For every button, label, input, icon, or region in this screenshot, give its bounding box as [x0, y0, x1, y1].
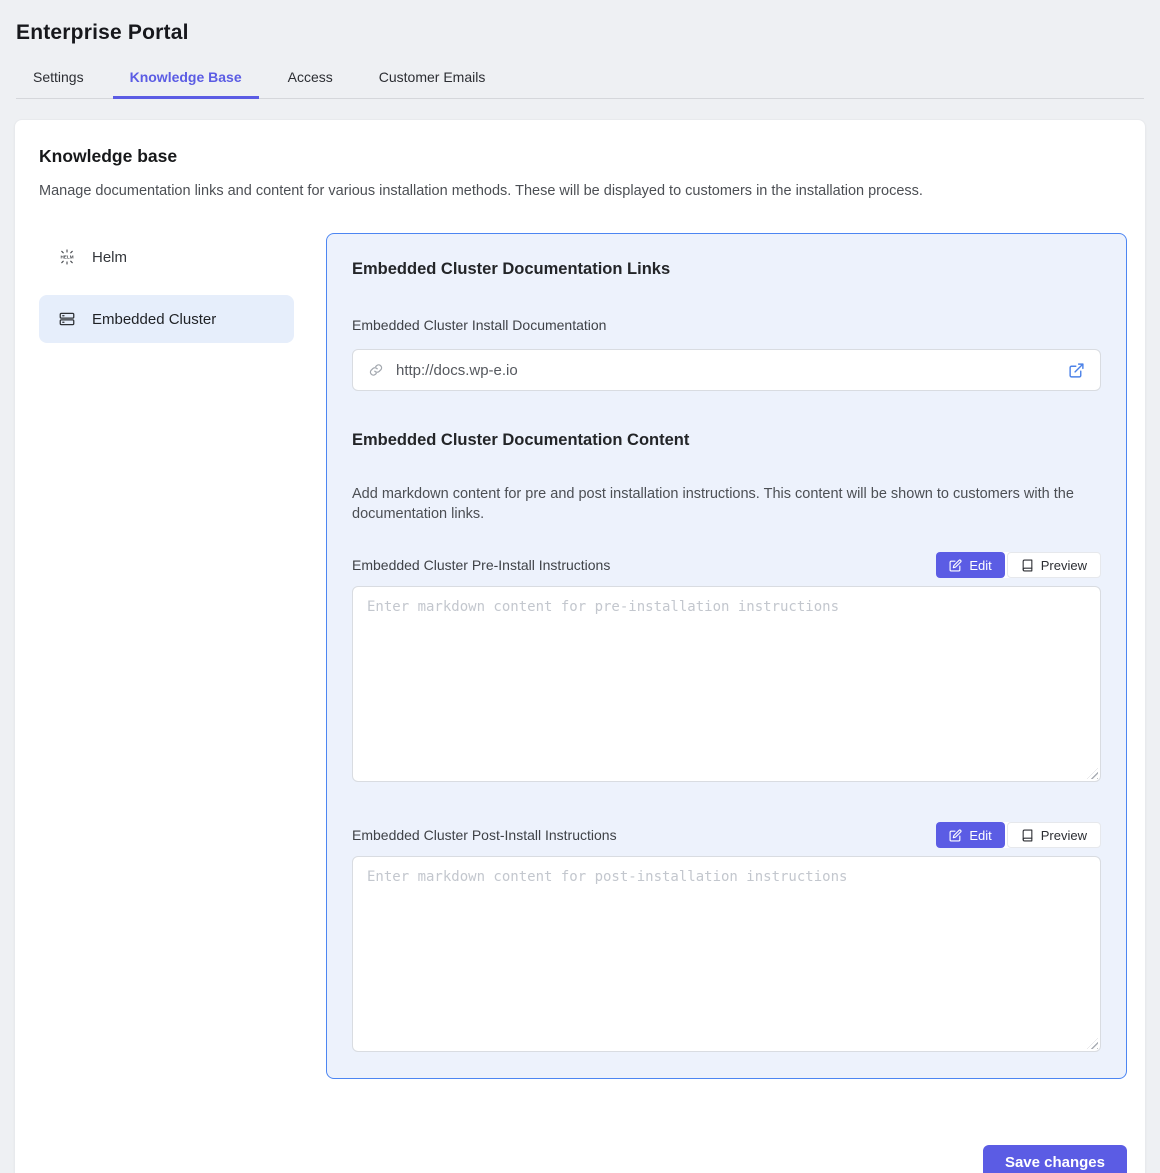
page: Enterprise Portal Settings Knowledge Bas…: [0, 0, 1160, 1173]
post-install-label-row: Embedded Cluster Post-Install Instructio…: [352, 822, 1101, 848]
link-icon: [368, 362, 384, 378]
pre-install-label: Embedded Cluster Pre-Install Instruction…: [352, 557, 610, 573]
helm-icon: HELM: [58, 248, 76, 266]
book-icon: [1021, 829, 1034, 842]
install-doc-input[interactable]: [396, 362, 1056, 379]
content-section-heading: Embedded Cluster Documentation Content: [352, 431, 1101, 450]
sidebar-item-label: Embedded Cluster: [92, 311, 216, 328]
post-install-textarea[interactable]: [352, 856, 1101, 1052]
docs-panel: Embedded Cluster Documentation Links Emb…: [326, 233, 1127, 1079]
edit-icon: [949, 829, 962, 842]
sidebar-item-label: Helm: [92, 249, 127, 266]
save-changes-button[interactable]: Save changes: [983, 1145, 1127, 1173]
tab-customer-emails[interactable]: Customer Emails: [362, 60, 503, 99]
sidebar-item-helm[interactable]: HELM Helm: [39, 233, 294, 281]
content-card: Knowledge base Manage documentation link…: [14, 119, 1146, 1173]
edit-button-label: Edit: [969, 828, 991, 843]
svg-text:HELM: HELM: [60, 255, 73, 260]
preview-button-label: Preview: [1041, 558, 1087, 573]
tab-access[interactable]: Access: [271, 60, 350, 99]
tab-knowledge-base[interactable]: Knowledge Base: [113, 60, 259, 99]
method-sidebar: HELM Helm Embedded Cluster: [39, 233, 294, 1079]
card-title: Knowledge base: [39, 146, 1127, 167]
install-doc-input-wrapper: [352, 349, 1101, 391]
preview-button-label: Preview: [1041, 828, 1087, 843]
links-section-heading: Embedded Cluster Documentation Links: [352, 260, 1101, 279]
page-title: Enterprise Portal: [16, 21, 1144, 45]
pre-install-textarea[interactable]: [352, 586, 1101, 782]
preview-button[interactable]: Preview: [1007, 552, 1101, 578]
card-description: Manage documentation links and content f…: [39, 181, 1127, 201]
server-stack-icon: [58, 310, 76, 328]
edit-icon: [949, 559, 962, 572]
edit-button[interactable]: Edit: [936, 552, 1004, 578]
edit-preview-toggle: Edit Preview: [936, 552, 1101, 578]
preview-button[interactable]: Preview: [1007, 822, 1101, 848]
install-doc-label: Embedded Cluster Install Documentation: [352, 317, 1101, 333]
save-row: Save changes: [39, 1145, 1127, 1173]
external-link-icon: [1068, 362, 1085, 379]
tab-bar: Settings Knowledge Base Access Customer …: [16, 60, 1144, 99]
post-install-textarea-wrapper: [352, 856, 1101, 1052]
open-link-button[interactable]: [1068, 362, 1085, 379]
content-section-description: Add markdown content for pre and post in…: [352, 484, 1101, 524]
book-icon: [1021, 559, 1034, 572]
tab-settings[interactable]: Settings: [16, 60, 101, 99]
pre-install-textarea-wrapper: [352, 586, 1101, 782]
sidebar-item-embedded-cluster[interactable]: Embedded Cluster: [39, 295, 294, 343]
edit-button-label: Edit: [969, 558, 991, 573]
edit-button[interactable]: Edit: [936, 822, 1004, 848]
card-body: HELM Helm Embedded Cluster: [39, 233, 1127, 1079]
app-header: Enterprise Portal Settings Knowledge Bas…: [0, 0, 1160, 99]
post-install-label: Embedded Cluster Post-Install Instructio…: [352, 827, 617, 843]
pre-install-label-row: Embedded Cluster Pre-Install Instruction…: [352, 552, 1101, 578]
edit-preview-toggle: Edit Preview: [936, 822, 1101, 848]
